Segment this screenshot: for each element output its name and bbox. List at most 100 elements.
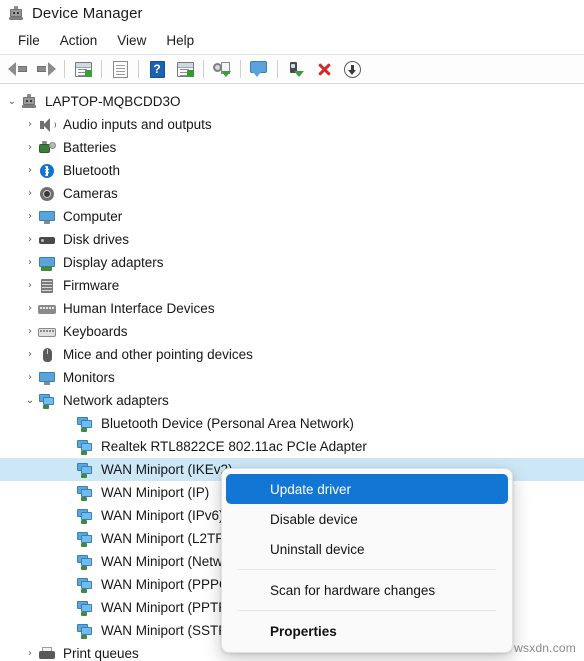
network-adapter-icon [76,462,94,478]
chevron-right-icon[interactable]: › [22,349,38,360]
tree-device-label: WAN Miniport (IPv6) [101,507,224,523]
menu-help[interactable]: Help [156,30,204,51]
action-pane-icon [176,61,194,77]
scan-for-hardware-changes-button[interactable] [245,57,273,81]
network-adapter-icon [76,531,94,547]
context-menu-item-scan-for-hardware-changes[interactable]: Scan for hardware changes [226,575,508,605]
uninstall-device-button[interactable] [310,57,338,81]
chevron-right-icon[interactable]: › [22,142,38,153]
mouse-icon [38,347,56,363]
tree-item-label: Disk drives [63,231,130,247]
chevron-right-icon[interactable]: › [22,211,38,222]
tree-device-label: WAN Miniport (PPTP) [101,599,232,615]
chevron-right-icon[interactable]: › [22,303,38,314]
properties-button[interactable] [106,57,134,81]
monitor-icon [38,370,56,386]
device-manager-icon [8,5,24,22]
forward-arrow-icon [36,61,56,77]
tree-item-label: Cameras [63,185,118,201]
tree-item-mice-and-other-pointing-devices[interactable]: › Mice and other pointing devices [0,343,584,366]
toolbar-separator [138,60,139,78]
red-x-icon [316,61,332,77]
battery-icon [38,140,56,156]
tree-item-computer[interactable]: › Computer [0,205,584,228]
tree-item-label: Display adapters [63,254,164,270]
tree-item-bluetooth[interactable]: › Bluetooth [0,159,584,182]
tree-device-label: WAN Miniport (IP) [101,484,210,500]
help-question-icon: ? [149,60,165,78]
tree-device-label: WAN Miniport (SSTP) [101,622,232,638]
tree-device-label: WAN Miniport (IKEv2) [101,461,233,477]
show-hide-action-pane-button[interactable] [171,57,199,81]
context-menu-item-uninstall-device[interactable]: Uninstall device [226,534,508,564]
context-menu[interactable]: Update driver Disable device Uninstall d… [221,468,513,653]
chevron-down-icon[interactable]: ⌄ [4,96,20,107]
enable-device-button[interactable] [282,57,310,81]
disk-drive-icon [38,232,56,248]
tree-item-label: Human Interface Devices [63,300,215,316]
chevron-right-icon[interactable]: › [22,648,38,659]
tree-item-human-interface-devices[interactable]: › Human Interface Devices [0,297,584,320]
tree-item-label: Firmware [63,277,120,293]
tree-item-disk-drives[interactable]: › Disk drives [0,228,584,251]
tree-device-label: WAN Miniport (L2TP) [101,530,229,546]
tree-item-batteries[interactable]: › Batteries [0,136,584,159]
tree-device-bluetooth-pan[interactable]: Bluetooth Device (Personal Area Network) [0,412,584,435]
update-driver-icon [213,61,231,77]
chevron-right-icon[interactable]: › [22,372,38,383]
menu-view[interactable]: View [107,30,156,51]
chevron-right-icon[interactable]: › [22,257,38,268]
tree-item-network-adapters[interactable]: ⌄ Network adapters [0,389,584,412]
tree-item-label: Keyboards [63,323,128,339]
title-bar: Device Manager [0,0,584,27]
chevron-right-icon[interactable]: › [22,234,38,245]
chevron-right-icon[interactable]: › [22,119,38,130]
context-menu-item-disable-device[interactable]: Disable device [226,504,508,534]
network-adapter-icon [76,485,94,501]
network-adapter-icon [76,554,94,570]
tree-device-label: Realtek RTL8822CE 802.11ac PCIe Adapter [101,438,367,454]
bluetooth-icon [38,163,56,179]
show-hide-console-tree-button[interactable] [69,57,97,81]
camera-icon [38,186,56,202]
tree-item-monitors[interactable]: › Monitors [0,366,584,389]
tree-item-audio-inputs-and-outputs[interactable]: › Audio inputs and outputs [0,113,584,136]
keyboard-icon [38,324,56,340]
hid-icon [38,301,56,317]
context-menu-item-update-driver[interactable]: Update driver [226,474,508,504]
speaker-icon [38,117,56,133]
chevron-right-icon[interactable]: › [22,165,38,176]
chevron-right-icon[interactable]: › [22,326,38,337]
menu-file[interactable]: File [8,30,50,51]
forward-button[interactable] [32,57,60,81]
help-button[interactable]: ? [143,57,171,81]
disable-device-button[interactable] [338,57,366,81]
tree-item-label: Batteries [63,139,117,155]
update-driver-button[interactable] [208,57,236,81]
menu-bar: File Action View Help [0,27,584,55]
toolbar-separator [277,60,278,78]
network-adapter-icon [38,393,56,409]
tree-item-label: Monitors [63,369,115,385]
menu-action[interactable]: Action [50,30,108,51]
tree-item-label: Audio inputs and outputs [63,116,212,132]
network-adapter-icon [76,508,94,524]
back-button[interactable] [4,57,32,81]
tree-item-firmware[interactable]: › Firmware [0,274,584,297]
chevron-down-icon[interactable]: ⌄ [22,395,38,406]
tree-item-cameras[interactable]: › Cameras [0,182,584,205]
tree-item-keyboards[interactable]: › Keyboards [0,320,584,343]
context-menu-separator [238,610,496,611]
tree-root-computer[interactable]: ⌄ LAPTOP-MQBCDD3O [0,90,584,113]
tree-item-label: Network adapters [63,392,169,408]
chevron-right-icon[interactable]: › [22,188,38,199]
window-title: Device Manager [32,5,143,22]
tree-item-display-adapters[interactable]: › Display adapters [0,251,584,274]
properties-document-icon [112,60,128,78]
network-adapter-icon [76,600,94,616]
context-menu-item-properties[interactable]: Properties [226,616,508,646]
tree-root-label: LAPTOP-MQBCDD3O [45,93,181,109]
chevron-right-icon[interactable]: › [22,280,38,291]
computer-icon [20,93,38,110]
tree-device-realtek-adapter[interactable]: Realtek RTL8822CE 802.11ac PCIe Adapter [0,435,584,458]
